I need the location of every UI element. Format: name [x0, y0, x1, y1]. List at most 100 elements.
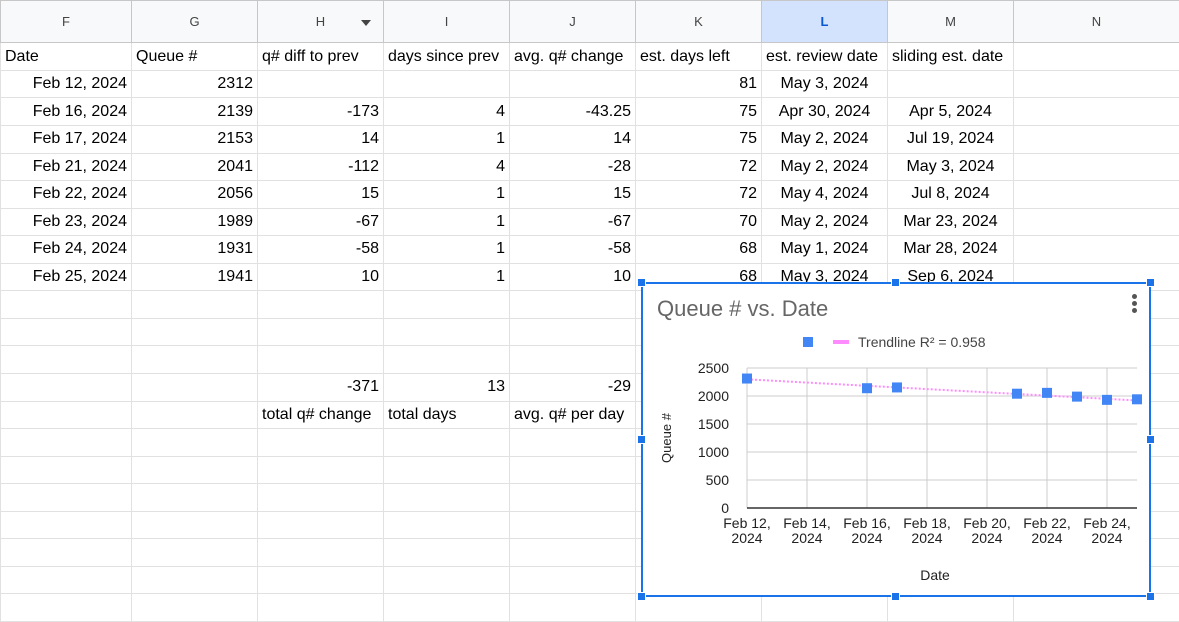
- cell[interactable]: [257, 428, 384, 457]
- cell-sliding-date[interactable]: Mar 28, 2024: [887, 235, 1014, 264]
- cell-review-date[interactable]: May 2, 2024: [761, 152, 888, 182]
- cell-date[interactable]: Feb 22, 2024: [0, 180, 132, 209]
- column-header-j[interactable]: J: [509, 0, 636, 44]
- cell-sliding-date[interactable]: Apr 5, 2024: [887, 97, 1014, 127]
- cell[interactable]: [1013, 42, 1179, 71]
- cell-avg[interactable]: 10: [509, 262, 636, 292]
- cell[interactable]: [0, 400, 132, 430]
- resize-handle-bottom[interactable]: [891, 592, 900, 601]
- cell[interactable]: [383, 428, 510, 457]
- cell-review-date[interactable]: Apr 30, 2024: [761, 97, 888, 127]
- header-sliding[interactable]: sliding est. date: [887, 42, 1014, 71]
- cell-diff[interactable]: -58: [257, 235, 384, 264]
- cell[interactable]: [0, 483, 132, 512]
- cell-days[interactable]: 1: [383, 235, 510, 264]
- cell-days-left[interactable]: 81: [635, 69, 762, 99]
- cell[interactable]: [0, 538, 132, 567]
- cell-diff[interactable]: -67: [257, 207, 384, 237]
- cell[interactable]: [131, 565, 258, 595]
- header-days[interactable]: days since prev: [383, 42, 510, 71]
- cell-diff[interactable]: 14: [257, 125, 384, 154]
- cell[interactable]: [131, 483, 258, 512]
- cell[interactable]: [257, 455, 384, 485]
- cell[interactable]: [509, 317, 636, 347]
- cell[interactable]: [383, 538, 510, 567]
- cell[interactable]: [257, 290, 384, 319]
- cell-days[interactable]: 1: [383, 207, 510, 237]
- cell[interactable]: [131, 373, 258, 402]
- cell[interactable]: [0, 455, 132, 485]
- cell-sliding-date[interactable]: Jul 8, 2024: [887, 180, 1014, 209]
- cell-queue[interactable]: 2312: [131, 69, 258, 99]
- label-total-days[interactable]: total days: [383, 400, 510, 430]
- cell[interactable]: [509, 593, 636, 622]
- cell[interactable]: [0, 565, 132, 595]
- cell[interactable]: [383, 455, 510, 485]
- resize-handle-right[interactable]: [1146, 435, 1155, 444]
- cell[interactable]: [257, 510, 384, 540]
- cell-diff[interactable]: 15: [257, 180, 384, 209]
- cell-diff[interactable]: [257, 69, 384, 99]
- cell-avg[interactable]: 14: [509, 125, 636, 154]
- cell-date[interactable]: Feb 25, 2024: [0, 262, 132, 292]
- resize-handle-top[interactable]: [891, 278, 900, 287]
- cell-date[interactable]: Feb 24, 2024: [0, 235, 132, 264]
- cell-sliding-date[interactable]: Mar 23, 2024: [887, 207, 1014, 237]
- header-date[interactable]: Date: [0, 42, 132, 71]
- cell[interactable]: [257, 317, 384, 347]
- header-diff[interactable]: q# diff to prev: [257, 42, 384, 71]
- resize-handle-bottom-right[interactable]: [1146, 592, 1155, 601]
- cell-days[interactable]: 1: [383, 262, 510, 292]
- cell-days[interactable]: 1: [383, 125, 510, 154]
- cell[interactable]: [383, 510, 510, 540]
- cell-days-left[interactable]: 75: [635, 97, 762, 127]
- cell-sliding-date[interactable]: May 3, 2024: [887, 152, 1014, 182]
- cell[interactable]: [509, 538, 636, 567]
- cell[interactable]: [383, 565, 510, 595]
- header-avg[interactable]: avg. q# change: [509, 42, 636, 71]
- cell[interactable]: [257, 565, 384, 595]
- cell[interactable]: [509, 345, 636, 374]
- cell-avg[interactable]: -28: [509, 152, 636, 182]
- header-review[interactable]: est. review date: [761, 42, 888, 71]
- cell[interactable]: [1013, 125, 1179, 154]
- cell-days[interactable]: 4: [383, 152, 510, 182]
- cell-review-date[interactable]: May 4, 2024: [761, 180, 888, 209]
- cell-diff[interactable]: -112: [257, 152, 384, 182]
- resize-handle-left[interactable]: [637, 435, 646, 444]
- cell[interactable]: [509, 565, 636, 595]
- cell-queue[interactable]: 2139: [131, 97, 258, 127]
- cell[interactable]: [509, 510, 636, 540]
- cell-days-left[interactable]: 75: [635, 125, 762, 154]
- cell[interactable]: [1013, 180, 1179, 209]
- cell[interactable]: [131, 510, 258, 540]
- cell[interactable]: [1013, 152, 1179, 182]
- cell-sliding-date[interactable]: [887, 69, 1014, 99]
- embedded-chart[interactable]: 0 500 1000 1500 2000 2500 Feb 12, 2024 Feb 14, 20…: [641, 282, 1151, 597]
- cell[interactable]: [0, 290, 132, 319]
- cell[interactable]: [131, 455, 258, 485]
- cell-date[interactable]: Feb 12, 2024: [0, 69, 132, 99]
- cell-diff[interactable]: 10: [257, 262, 384, 292]
- cell-queue[interactable]: 2056: [131, 180, 258, 209]
- cell-queue[interactable]: 2041: [131, 152, 258, 182]
- cell-avg[interactable]: -58: [509, 235, 636, 264]
- cell-date[interactable]: Feb 16, 2024: [0, 97, 132, 127]
- cell[interactable]: [131, 428, 258, 457]
- cell[interactable]: [1013, 97, 1179, 127]
- cell[interactable]: [0, 373, 132, 402]
- cell-queue[interactable]: 1931: [131, 235, 258, 264]
- cell[interactable]: [131, 593, 258, 622]
- cell[interactable]: [509, 428, 636, 457]
- cell[interactable]: [1013, 69, 1179, 99]
- column-header-k[interactable]: K: [635, 0, 762, 44]
- cell-review-date[interactable]: May 3, 2024: [761, 69, 888, 99]
- cell[interactable]: [383, 345, 510, 374]
- resize-handle-top-left[interactable]: [637, 278, 646, 287]
- cell[interactable]: [383, 317, 510, 347]
- cell-days[interactable]: 1: [383, 180, 510, 209]
- cell[interactable]: [383, 290, 510, 319]
- resize-handle-bottom-left[interactable]: [637, 592, 646, 601]
- column-header-n[interactable]: N: [1013, 0, 1179, 44]
- cell-sliding-date[interactable]: Jul 19, 2024: [887, 125, 1014, 154]
